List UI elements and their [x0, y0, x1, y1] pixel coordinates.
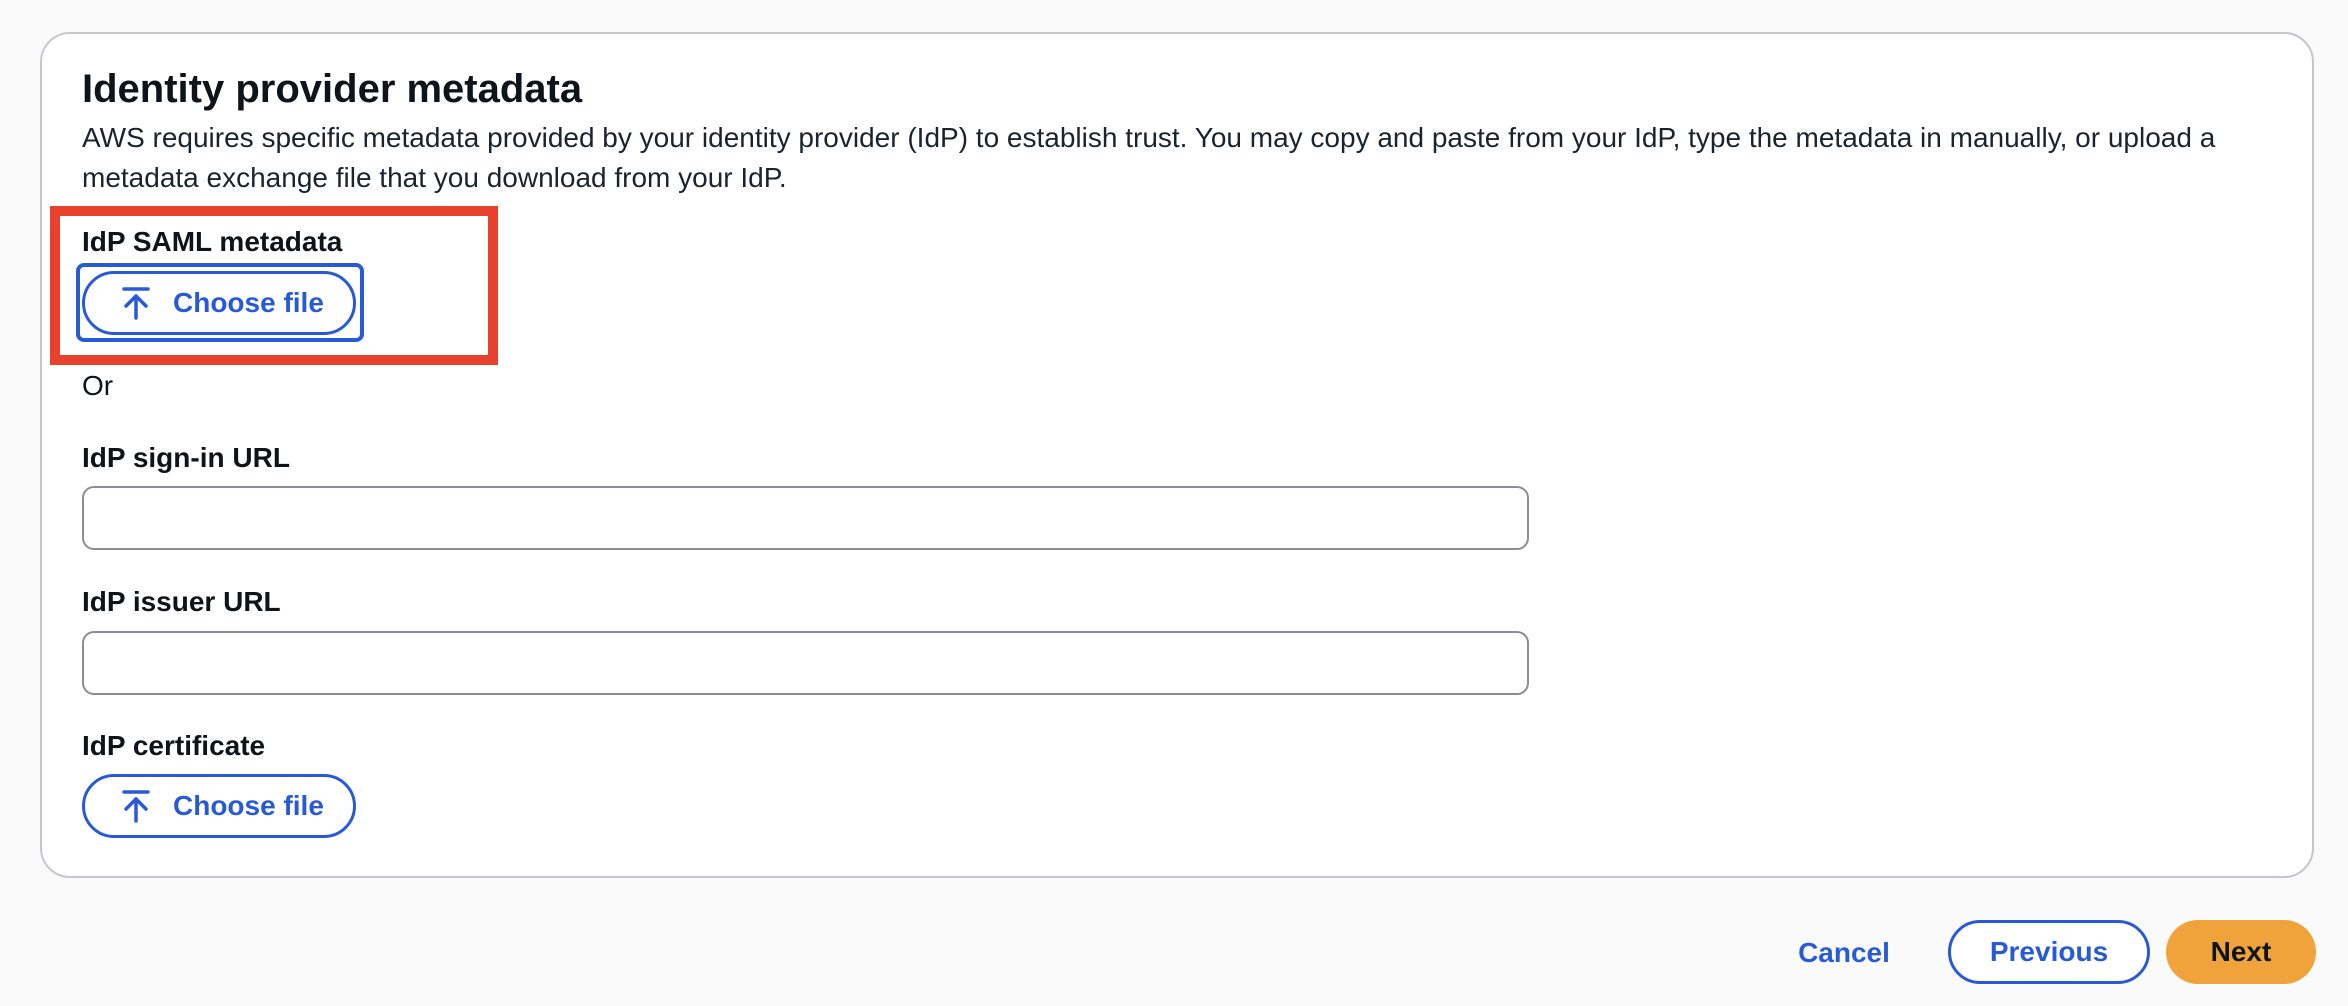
saml-metadata-choose-file-button[interactable]: Choose file	[82, 271, 356, 335]
or-separator: Or	[82, 370, 114, 401]
cancel-button[interactable]: Cancel	[1772, 922, 1916, 984]
issuer-url-label: IdP issuer URL	[82, 586, 281, 617]
signin-url-label: IdP sign-in URL	[82, 442, 290, 473]
saml-metadata-label: IdP SAML metadata	[82, 226, 343, 257]
certificate-label: IdP certificate	[82, 730, 266, 761]
section-title: Identity provider metadata	[82, 67, 583, 111]
signin-url-input[interactable]	[82, 486, 1529, 550]
certificate-choose-file-button[interactable]: Choose file	[82, 774, 356, 838]
next-button[interactable]: Next	[2166, 920, 2316, 984]
upload-arrow-icon	[121, 789, 151, 823]
certificate-choose-file-label: Choose file	[173, 790, 324, 821]
issuer-url-input[interactable]	[82, 631, 1529, 695]
upload-arrow-icon	[121, 286, 151, 320]
section-description: AWS requires specific metadata provided …	[82, 122, 2216, 193]
saml-metadata-choose-file-label: Choose file	[173, 287, 324, 318]
previous-button[interactable]: Previous	[1948, 920, 2150, 984]
